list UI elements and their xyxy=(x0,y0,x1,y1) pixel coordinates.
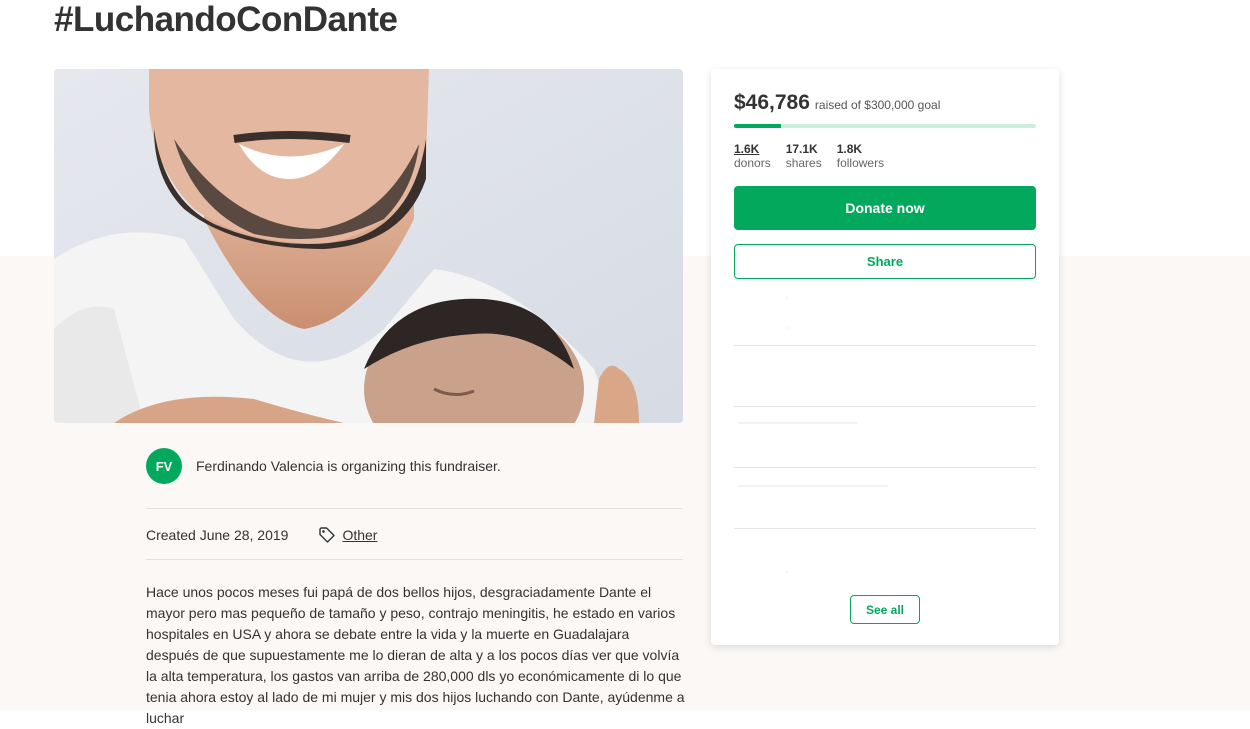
page-title: #LuchandoConDante xyxy=(54,0,398,39)
donor-list-item xyxy=(734,285,1036,346)
amount-raised: $46,786 raised of $300,000 goal xyxy=(734,91,940,115)
donor-list-item xyxy=(734,468,1036,529)
donate-now-button[interactable]: Donate now xyxy=(734,186,1036,230)
donor-list-item xyxy=(734,529,1036,590)
goal-text: raised of $300,000 goal xyxy=(814,98,941,112)
campaign-stats: 1.6K donors 17.1K shares 1.8K followers xyxy=(734,142,899,170)
divider xyxy=(146,508,683,509)
story-text: Hace unos pocos meses fui papá de dos be… xyxy=(146,584,685,726)
progress-fill xyxy=(734,124,782,128)
tag-icon xyxy=(319,527,336,543)
donor-list-item xyxy=(734,346,1036,407)
hero-image[interactable] xyxy=(54,69,683,423)
organizer-text: Ferdinando Valencia is organizing this f… xyxy=(196,458,501,474)
category-link[interactable]: Other xyxy=(318,526,377,544)
stat-label: donors xyxy=(734,156,771,170)
divider xyxy=(146,559,683,560)
stat-label: followers xyxy=(836,156,885,170)
stat-donors[interactable]: 1.6K donors xyxy=(734,142,771,170)
organizer-info: FV Ferdinando Valencia is organizing thi… xyxy=(146,446,683,486)
fundraiser-meta: Created June 28, 2019 Other xyxy=(146,524,377,546)
created-date: Created June 28, 2019 xyxy=(146,527,289,543)
stat-followers: 1.8K followers xyxy=(837,142,884,170)
stat-label: shares xyxy=(785,156,822,170)
hero-photo xyxy=(54,69,683,423)
stat-value[interactable]: 1.6K xyxy=(734,142,771,156)
amount-value: $46,786 xyxy=(734,91,810,114)
organizer-avatar[interactable]: FV xyxy=(146,448,182,484)
stat-value: 17.1K xyxy=(785,142,818,156)
stat-shares: 17.1K shares xyxy=(786,142,822,170)
see-all-button[interactable]: See all xyxy=(850,595,920,624)
donor-list-item xyxy=(734,407,1036,468)
share-button[interactable]: Share xyxy=(734,244,1036,279)
stat-value: 1.8K xyxy=(836,142,863,156)
category-label[interactable]: Other xyxy=(342,527,377,543)
progress-bar xyxy=(734,124,1036,128)
donation-card: $46,786 raised of $300,000 goal 1.6K don… xyxy=(711,69,1059,645)
